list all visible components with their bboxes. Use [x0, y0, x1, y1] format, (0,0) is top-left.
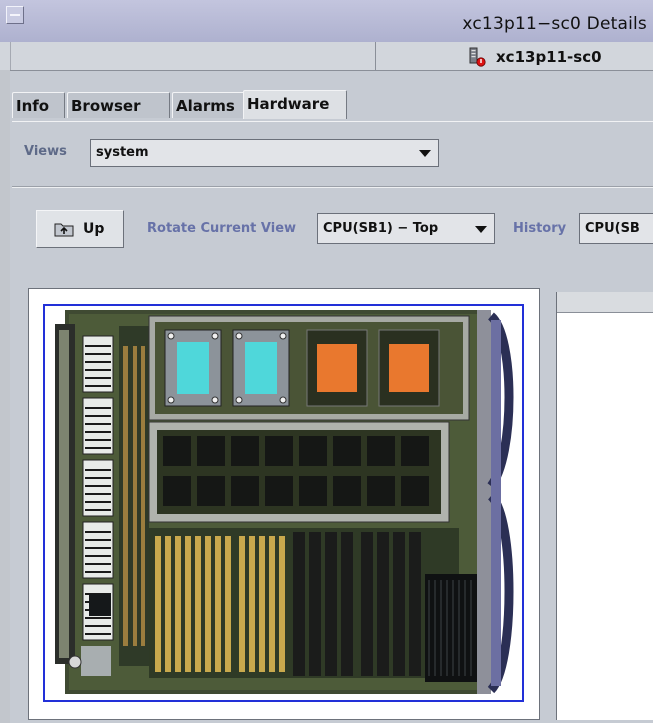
hardware-view-panel [28, 288, 540, 720]
chevron-down-icon [475, 225, 487, 233]
rotate-view-select[interactable]: CPU(SB1) − Top [317, 213, 495, 244]
selected-board-highlight[interactable] [43, 304, 524, 702]
up-button[interactable]: Up [36, 210, 124, 248]
history-select[interactable]: CPU(SB [579, 213, 653, 244]
rotate-view-value: CPU(SB1) − Top [323, 221, 439, 236]
rotate-view-label: Rotate Current View [147, 221, 297, 236]
views-select[interactable]: system [90, 139, 439, 167]
server-alarm-icon [469, 47, 486, 67]
host-bar: xc13p11-sc0 [0, 42, 653, 71]
tab-info[interactable]: Info [12, 92, 65, 118]
host-name: xc13p11-sc0 [496, 48, 602, 66]
divider [375, 42, 376, 70]
tab-browser[interactable]: Browser [67, 92, 170, 118]
tab-alarms[interactable]: Alarms [172, 92, 252, 118]
properties-header [557, 292, 653, 313]
history-value: CPU(SB [585, 221, 640, 236]
window-title: xc13p11−sc0 Details [462, 14, 647, 34]
up-button-label: Up [83, 221, 105, 237]
history-label: History [513, 221, 567, 236]
window-menu-button[interactable] [6, 6, 24, 24]
properties-panel [556, 292, 653, 720]
system-board-image[interactable] [45, 306, 522, 700]
folder-up-icon [54, 223, 74, 237]
views-label: Views [24, 144, 67, 159]
views-select-value: system [96, 145, 149, 160]
tab-hardware[interactable]: Hardware [243, 90, 347, 119]
title-bar: xc13p11−sc0 Details [0, 0, 653, 43]
chevron-down-icon [419, 150, 431, 157]
